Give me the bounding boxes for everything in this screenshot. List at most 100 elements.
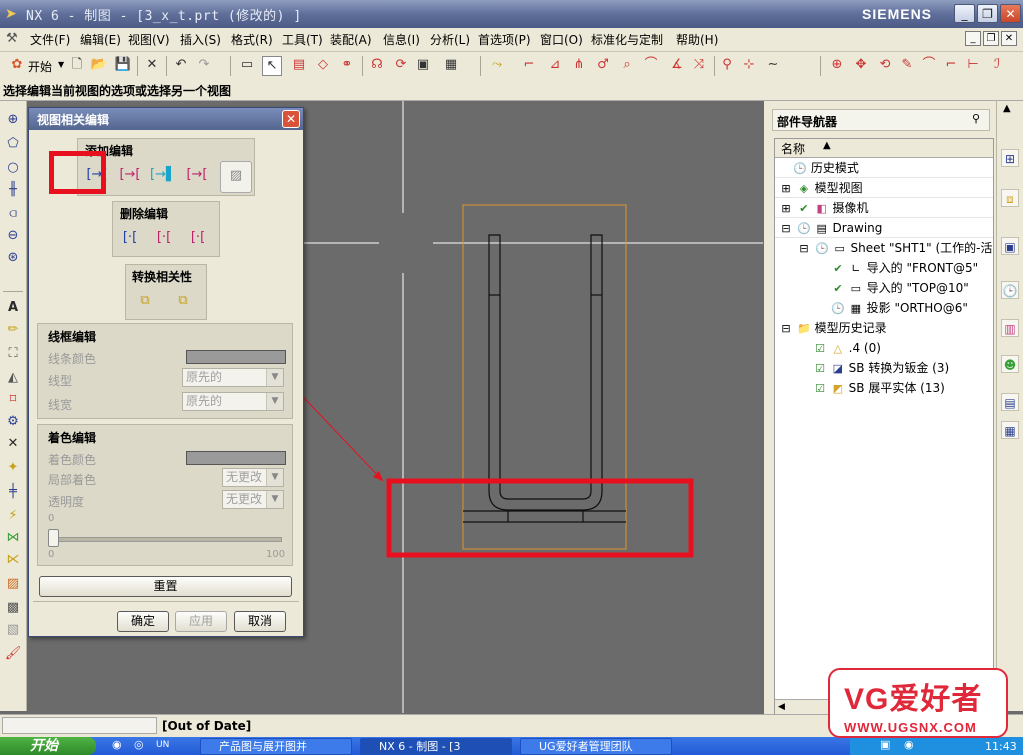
pin-icon[interactable]: ⚲: [972, 112, 980, 125]
tree-node-cameras[interactable]: ⊞ ✔ ◧ 摄像机: [779, 198, 868, 219]
close-button[interactable]: ✕: [1000, 4, 1021, 23]
menu-preferences[interactable]: 首选项(P): [478, 31, 531, 48]
detail-icon[interactable]: ⊿: [546, 56, 564, 74]
menu-window[interactable]: 窗口(O): [540, 31, 583, 48]
pointer-icon[interactable]: ↖: [262, 56, 282, 76]
symmetry-icon[interactable]: ⋈: [4, 529, 22, 547]
tray-icon[interactable]: ▣: [880, 738, 890, 751]
menu-file[interactable]: 文件(F): [30, 31, 70, 48]
scroll-left-icon[interactable]: ◀: [778, 702, 785, 712]
menu-assembly[interactable]: 装配(A): [330, 31, 372, 48]
quick-launch-icon[interactable]: ◉: [112, 738, 122, 751]
link-icon[interactable]: ⚭: [338, 56, 356, 74]
model-to-view-icon[interactable]: ⧉: [132, 289, 158, 313]
trim-icon[interactable]: ⊢: [964, 56, 982, 74]
circle-icon[interactable]: ○: [4, 159, 22, 177]
delete-icon[interactable]: ✕: [143, 56, 161, 74]
collapse-minus-icon[interactable]: ⊟: [797, 239, 811, 259]
text-annotation-icon[interactable]: A: [4, 299, 22, 317]
center-mark-icon[interactable]: ╪: [4, 483, 22, 501]
undo-icon[interactable]: ↶: [172, 56, 190, 74]
apply-button[interactable]: 应用: [175, 611, 227, 632]
assembly-navigator-icon[interactable]: ⊞: [1001, 149, 1019, 167]
view-to-model-icon[interactable]: ⧉: [170, 289, 196, 313]
tree-node-front-view[interactable]: ✔ ∟ 导入的 "FRONT@5": [831, 258, 978, 278]
dialog-close-button[interactable]: ✕: [282, 110, 300, 128]
menu-standardize[interactable]: 标准化与定制: [591, 31, 663, 48]
pan-icon[interactable]: ✥: [852, 56, 870, 74]
surface-icon[interactable]: ◭: [4, 369, 22, 387]
symmetric-icon[interactable]: ⊛: [4, 249, 22, 267]
open-folder-icon[interactable]: 📂: [90, 56, 108, 74]
history-icon[interactable]: 🕒: [1001, 281, 1019, 299]
line-width-select[interactable]: 原先的 ▼: [182, 392, 284, 411]
offset-icon[interactable]: ⋉: [4, 551, 22, 569]
scroll-up-icon[interactable]: ▲: [1003, 103, 1011, 114]
weld-icon[interactable]: ⚙: [4, 413, 22, 431]
view-icon[interactable]: ☊: [368, 56, 386, 74]
constraint-navigator-icon[interactable]: ▣: [1001, 237, 1019, 255]
tree-node-flat-solid[interactable]: ☑ ◩ SB 展平实体 (13): [813, 378, 945, 398]
redo-icon[interactable]: ↷: [195, 56, 213, 74]
delete-selected-edit-icon[interactable]: [·[: [151, 226, 177, 250]
transparency-slider-thumb[interactable]: [48, 529, 59, 547]
doc-minimize-button[interactable]: _: [965, 31, 981, 46]
web-browser-icon[interactable]: ▤: [1001, 393, 1019, 411]
tree-node-model-history[interactable]: ⊟ 📁 模型历史记录: [779, 318, 886, 338]
sketch-icon[interactable]: ✎: [898, 56, 916, 74]
taskbar-item-document[interactable]: 产品图与展开图并: [200, 738, 352, 755]
tree-node-body[interactable]: ☑ △ .4 (0): [813, 338, 881, 358]
menu-info[interactable]: 信息(I): [383, 31, 420, 48]
area-fill-icon[interactable]: ▧: [4, 621, 22, 639]
tree-node-ortho-view[interactable]: 🕒 ▦ 投影 "ORTHO@6": [831, 298, 968, 318]
pencil-icon[interactable]: ✏: [4, 321, 22, 339]
arc-icon[interactable]: ⌒: [642, 56, 660, 74]
tray-icon[interactable]: ◉: [904, 738, 914, 751]
menu-edit[interactable]: 编辑(E): [80, 31, 121, 48]
palette-icon[interactable]: ▥: [1001, 319, 1019, 337]
collapse-minus-icon[interactable]: ⊟: [779, 219, 793, 239]
crosshair-icon[interactable]: ⊕: [4, 111, 22, 129]
dimension-icon[interactable]: ⊹: [740, 56, 758, 74]
select-icon[interactable]: ▭: [238, 56, 256, 74]
sheet-icon[interactable]: ▣: [414, 56, 432, 74]
partial-shade-select[interactable]: 无更改 ▼: [222, 468, 284, 487]
expand-plus-icon[interactable]: ⊞: [779, 199, 793, 219]
zoom-icon[interactable]: ⊕: [828, 56, 846, 74]
curve-icon[interactable]: ∼: [764, 56, 782, 74]
cross-icon[interactable]: ✕: [4, 435, 22, 453]
checkbox-checked-icon[interactable]: ☑: [813, 339, 827, 359]
drawing-icon[interactable]: ▤: [290, 56, 308, 74]
edit-whole-object-icon[interactable]: [→[: [117, 163, 143, 187]
start-icon[interactable]: ✿: [8, 56, 26, 74]
target-icon[interactable]: ⊖: [4, 227, 22, 245]
angle-icon[interactable]: ∡: [668, 56, 686, 74]
tree-node-sheet[interactable]: ⊟ 🕒 ▭ Sheet "SHT1" (工作的-活动: [797, 238, 993, 259]
shade-color-swatch[interactable]: [186, 451, 286, 465]
expand-plus-icon[interactable]: ⊞: [779, 179, 793, 199]
start-menu-button[interactable]: 开始: [28, 58, 52, 75]
measure-icon[interactable]: ⌕: [618, 56, 636, 74]
rotate-icon[interactable]: ⟲: [876, 56, 894, 74]
quick-launch-label[interactable]: UN: [156, 740, 169, 750]
edit-shaded-object-icon[interactable]: [→[: [184, 163, 210, 187]
brush-icon[interactable]: 🖌: [4, 645, 22, 663]
transparency-slider-track[interactable]: [52, 537, 282, 542]
eraser-icon[interactable]: ◇: [314, 56, 332, 74]
checkbox-checked-icon[interactable]: ☑: [813, 359, 827, 379]
taskbar-item-team[interactable]: UG爱好者管理团队: [520, 738, 672, 755]
menu-tool-icon[interactable]: ⚒: [6, 31, 18, 46]
windows-start-button[interactable]: 开始: [0, 737, 96, 755]
reuse-library-icon[interactable]: ▦: [1001, 421, 1019, 439]
hole-icon[interactable]: ⫏: [4, 205, 22, 223]
point-icon[interactable]: ⚲: [718, 56, 736, 74]
roles-icon[interactable]: ☻: [1001, 355, 1019, 373]
doc-close-button[interactable]: ✕: [1001, 31, 1017, 46]
view-break-icon[interactable]: ⤨: [690, 56, 708, 74]
image-icon[interactable]: ▩: [4, 599, 22, 617]
menu-tools[interactable]: 工具(T): [282, 31, 323, 48]
menu-insert[interactable]: 插入(S): [180, 31, 221, 48]
line-color-swatch[interactable]: [186, 350, 286, 364]
section-icon[interactable]: ⤳: [488, 56, 506, 74]
delete-selected-erase-icon[interactable]: [·[: [117, 226, 143, 250]
